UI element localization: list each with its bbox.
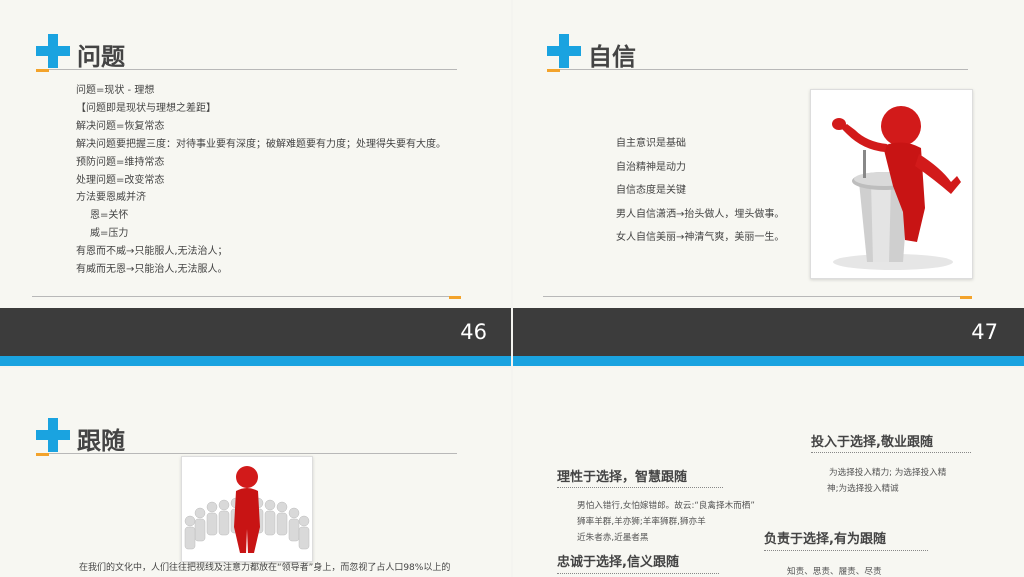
text-line: 方法要恩威并济 — [76, 192, 146, 204]
text-line: 知责、思责、履责、尽责 — [787, 567, 882, 577]
text-line: 威=压力 — [90, 228, 129, 240]
text-line: 预防问题=维持常态 — [76, 156, 165, 168]
footer-bar: 47 — [513, 308, 1024, 356]
text-line: 男怕入错行,女怕嫁错郎。故云:“良禽择木而栖” — [577, 501, 755, 511]
orange-accent — [960, 296, 972, 299]
section-text: 知责、思责、履责、尽责 — [787, 564, 882, 577]
orange-accent — [547, 69, 560, 72]
text-line: 狮率羊群,羊亦狮;羊率狮群,狮亦羊 — [577, 517, 706, 527]
plus-icon — [36, 418, 70, 452]
section-text: 为选择投入精力; 为选择投入精 神;为选择投入精诚 — [827, 465, 947, 497]
slide-48[interactable]: 跟随 在我们的文化中，人们往往把视线及注意力都放在“领导者”身上，而忽视了占人口… — [0, 368, 511, 577]
text-line: 男人自信潇洒→抬头做人，埋头做事。 — [616, 208, 785, 220]
dotted-divider — [764, 550, 928, 551]
text-line: 神;为选择投入精诚 — [827, 484, 899, 494]
text-line: 女人自信美丽→神清气爽，美丽一生。 — [616, 232, 785, 244]
content-lines: 问题=现状 - 理想 【问题即是现状与理想之差距】 解决问题=恢复常态 解决问题… — [76, 82, 446, 279]
title-divider — [49, 69, 457, 70]
title-divider — [49, 453, 457, 454]
section-text: 男怕入错行,女怕嫁错郎。故云:“良禽择木而栖” 狮率羊群,羊亦狮;羊率狮群,狮亦… — [577, 498, 755, 546]
slide-46[interactable]: 问题 问题=现状 - 理想 【问题即是现状与理想之差距】 解决问题=恢复常态 解… — [0, 0, 511, 366]
page-number: 47 — [971, 320, 998, 344]
slide-47[interactable]: 自信 自主意识是基础 自治精神是动力 自信态度是关键 男人自信潇洒→抬头做人，埋… — [513, 0, 1024, 366]
slide-title: 自信 — [588, 43, 636, 71]
plus-icon — [547, 34, 581, 68]
footer-accent-bar — [513, 356, 1024, 366]
dotted-divider — [557, 487, 723, 488]
text-line: 解决问题=恢复常态 — [76, 120, 165, 132]
orange-accent — [449, 296, 461, 299]
caption-line: 在我们的文化中，人们往往把视线及注意力都放在“领导者”身上，而忽视了占人口98%… — [79, 563, 451, 573]
bottom-divider — [32, 296, 450, 297]
section-heading: 忠诚于选择,信义跟随 — [557, 555, 679, 570]
content-lines: 自主意识是基础 自治精神是动力 自信态度是关键 男人自信潇洒→抬头做人，埋头做事… — [616, 132, 784, 250]
text-line: 处理问题=改变常态 — [76, 174, 165, 186]
section-heading: 投入于选择,敬业跟随 — [811, 435, 933, 450]
text-line: 近朱者赤,近墨者黑 — [577, 533, 649, 543]
dotted-divider — [811, 452, 971, 453]
dotted-divider — [557, 573, 719, 574]
footer-accent-bar — [0, 356, 511, 366]
text-line: 有恩而不威→只能服人,无法治人； — [76, 246, 228, 258]
section-heading: 负责于选择,有为跟随 — [764, 532, 886, 547]
text-line: 【问题即是现状与理想之差距】 — [76, 102, 216, 114]
slide-49[interactable]: 投入于选择,敬业跟随 为选择投入精力; 为选择投入精 神;为选择投入精诚 理性于… — [513, 368, 1024, 577]
slide-title: 问题 — [77, 43, 125, 71]
section-heading: 理性于选择，智慧跟随 — [557, 470, 688, 485]
orange-accent — [36, 453, 49, 456]
caption-text: 在我们的文化中，人们往往把视线及注意力都放在“领导者”身上，而忽视了占人口98%… — [79, 562, 450, 574]
bottom-divider — [543, 296, 963, 297]
plus-icon — [36, 34, 70, 68]
text-line: 自主意识是基础 — [616, 138, 686, 149]
text-line: 有威而无恩→只能治人,无法服人。 — [76, 264, 228, 276]
leader-crowd-image — [181, 456, 313, 562]
text-line: 自治精神是动力 — [616, 161, 686, 173]
text-line: 解决问题要把握三度：对待事业要有深度；破解难题要有力度；处理得失要有大度。 — [76, 138, 446, 150]
orange-accent — [36, 69, 49, 72]
text-line: 问题=现状 - 理想 — [76, 85, 155, 96]
slide-title: 跟随 — [77, 427, 125, 455]
text-line: 恩=关怀 — [90, 210, 129, 222]
title-divider — [560, 69, 968, 70]
text-line: 为选择投入精力; 为选择投入精 — [829, 468, 947, 478]
text-line: 自信态度是关键 — [616, 185, 686, 197]
page-number: 46 — [460, 320, 487, 344]
speaker-figure-image — [810, 89, 973, 279]
footer-bar: 46 — [0, 308, 511, 356]
